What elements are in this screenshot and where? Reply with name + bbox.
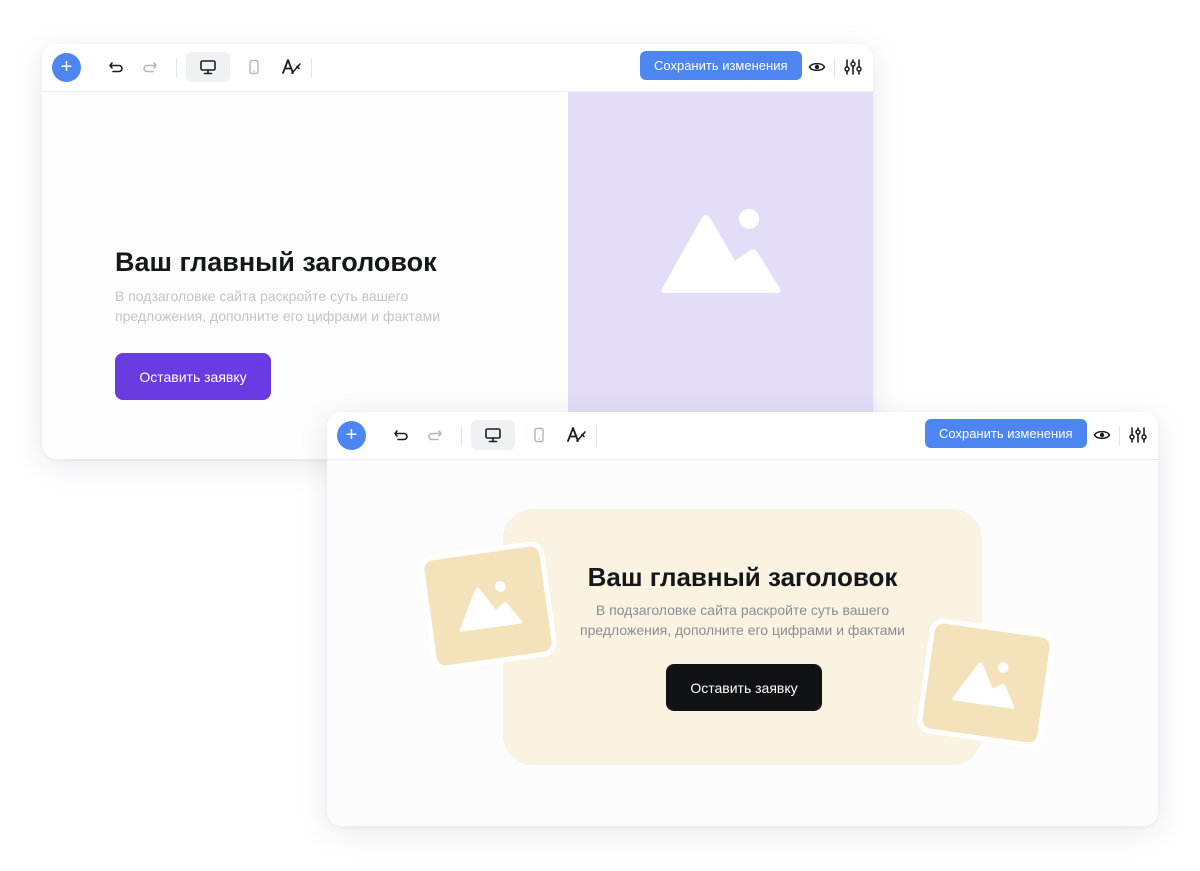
redo-button[interactable] bbox=[138, 55, 162, 79]
redo-icon bbox=[428, 430, 442, 441]
toolbar-divider bbox=[834, 58, 835, 78]
add-icon: + bbox=[60, 56, 73, 78]
hero-image-placeholder[interactable] bbox=[568, 92, 873, 412]
settings-sliders-icon bbox=[844, 59, 862, 75]
hero-title[interactable]: Ваш главный заголовок bbox=[503, 562, 982, 593]
toolbar-divider bbox=[176, 58, 177, 78]
eye-icon bbox=[1093, 430, 1111, 440]
typography-icon bbox=[282, 59, 301, 74]
add-icon: + bbox=[345, 424, 358, 446]
settings-button[interactable] bbox=[841, 55, 865, 79]
hero-text-area: Ваш главный заголовок В подзаголовке сай… bbox=[42, 92, 568, 459]
mobile-icon bbox=[249, 59, 259, 75]
add-block-button[interactable]: + bbox=[52, 53, 81, 82]
desktop-icon bbox=[200, 60, 216, 75]
save-changes-button[interactable]: Сохранить изменения bbox=[640, 51, 802, 80]
eye-icon bbox=[808, 62, 826, 72]
image-placeholder-icon bbox=[660, 209, 781, 293]
desktop-view-button[interactable] bbox=[186, 52, 230, 82]
preview-button[interactable] bbox=[805, 55, 829, 79]
hero-subtitle[interactable]: В подзаголовке сайта раскройте суть ваше… bbox=[563, 600, 923, 640]
redo-icon bbox=[143, 62, 157, 73]
preview-button[interactable] bbox=[1090, 423, 1114, 447]
hero-cta-button[interactable]: Оставить заявку bbox=[666, 664, 822, 711]
undo-icon bbox=[109, 62, 123, 73]
redo-button[interactable] bbox=[423, 423, 447, 447]
hero-card-content: Ваш главный заголовок В подзаголовке сай… bbox=[503, 412, 982, 826]
editor-window-bottom: + Сохранить изменения Ваш главный заголо… bbox=[327, 412, 1158, 826]
undo-button[interactable] bbox=[104, 55, 128, 79]
undo-button[interactable] bbox=[389, 423, 413, 447]
editor-toolbar: + Сохранить изменения bbox=[42, 44, 873, 92]
hero-cta-button[interactable]: Оставить заявку bbox=[115, 353, 271, 400]
desktop-icon bbox=[485, 428, 501, 443]
typography-button[interactable] bbox=[280, 55, 304, 79]
add-block-button[interactable]: + bbox=[337, 421, 366, 450]
mobile-view-button[interactable] bbox=[242, 55, 266, 79]
toolbar-divider bbox=[461, 426, 462, 446]
settings-button[interactable] bbox=[1126, 423, 1150, 447]
undo-icon bbox=[394, 430, 408, 441]
hero-title[interactable]: Ваш главный заголовок bbox=[115, 247, 437, 278]
toolbar-divider bbox=[1119, 426, 1120, 446]
hero-subtitle[interactable]: В подзаголовке сайта раскройте суть ваше… bbox=[115, 286, 475, 326]
editor-window-top: + Сохранить изменения Ваш главный заголо… bbox=[42, 44, 873, 459]
toolbar-divider bbox=[311, 58, 312, 78]
settings-sliders-icon bbox=[1129, 427, 1147, 443]
